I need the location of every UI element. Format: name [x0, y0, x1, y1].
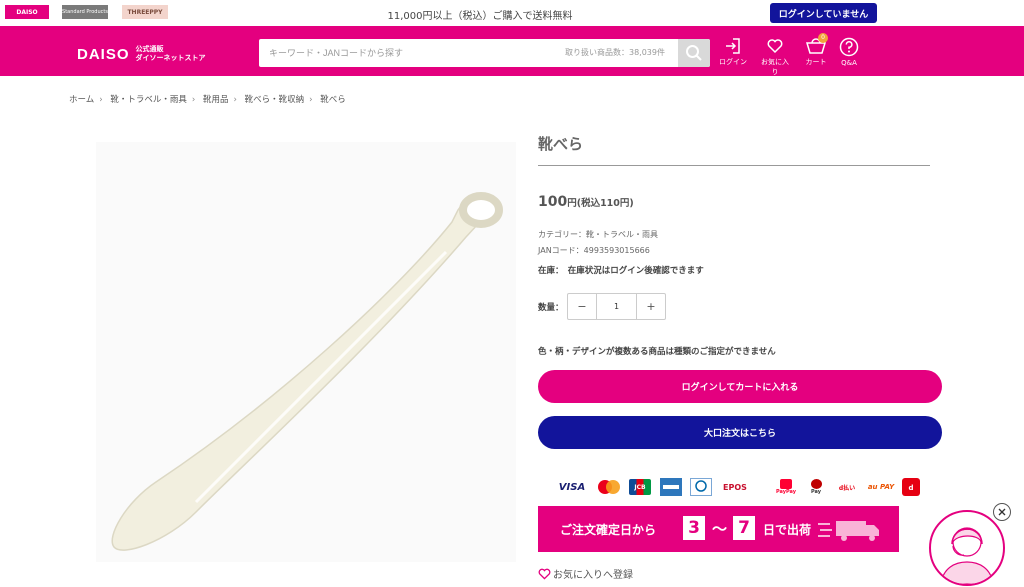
rakuten-pay-logo: Pay: [805, 476, 827, 498]
shipping-banner: ご注文確定日から 3 〜 7 日で出荷: [538, 506, 899, 552]
search-icon: [686, 45, 702, 61]
mastercard-logo: [598, 480, 620, 494]
site-logo[interactable]: DAISO 公式通販 ダイソーネットストア: [77, 44, 206, 64]
epos-logo: EPOS: [723, 482, 747, 492]
brand-tab-standard-products[interactable]: Standard Products: [62, 5, 108, 19]
login-label: ログイン: [719, 58, 747, 66]
header-qa[interactable]: Q&A: [834, 37, 864, 67]
logo-wordmark: DAISO: [77, 45, 130, 63]
search-button[interactable]: [678, 39, 710, 67]
diners-logo: [690, 478, 712, 496]
truck-icon: [818, 521, 879, 541]
quantity-increase-button[interactable]: +: [637, 294, 665, 319]
payment-methods: VISA JCB EPOS PayPay Pay d払い au PAY d: [555, 476, 925, 498]
au-pay-logo: au PAY: [867, 483, 895, 491]
chat-close-button[interactable]: [993, 503, 1011, 521]
shipping-tilde: 〜: [712, 520, 728, 538]
quantity-value[interactable]: 1: [596, 294, 637, 319]
breadcrumb-home[interactable]: ホーム: [69, 95, 94, 105]
logo-line1: 公式通販: [135, 45, 164, 53]
breadcrumb-separator: ›: [191, 95, 196, 105]
shipping-suffix: 日で出荷: [763, 523, 812, 537]
support-agent-icon: [940, 527, 994, 584]
quantity-decrease-button[interactable]: −: [568, 294, 596, 319]
breadcrumb-current: 靴べら: [320, 95, 346, 105]
favorite-label: お気に入りへ登録: [553, 570, 633, 581]
search-input[interactable]: [259, 39, 559, 67]
question-icon: [839, 37, 859, 57]
close-icon: [998, 508, 1006, 516]
logo-line2: ダイソーネットストア: [135, 54, 206, 62]
favorites-label: お気に入り: [761, 58, 789, 76]
shipping-min-days: 3: [683, 516, 705, 540]
breadcrumb-shoes-travel[interactable]: 靴・トラベル・雨具: [110, 95, 187, 105]
title-divider: [538, 165, 930, 166]
brand-tab-daiso[interactable]: DAISO: [5, 5, 49, 19]
amex-logo: [660, 478, 682, 496]
logo-subtitle: 公式通販 ダイソーネットストア: [136, 45, 206, 63]
product-image: [96, 142, 516, 562]
heart-icon: [767, 39, 783, 54]
bulk-order-button[interactable]: 大口注文はこちら: [538, 416, 942, 449]
brand-tab-threeppy[interactable]: THREEPPY: [122, 5, 168, 19]
header-login[interactable]: ログイン: [718, 37, 748, 67]
product-category: カテゴリー：靴・トラベル・雨具: [538, 230, 658, 239]
login-icon: [726, 38, 740, 54]
rakuten-pay-label: Pay: [810, 489, 821, 495]
d-barai-icon: d: [902, 478, 920, 496]
login-status-button[interactable]: ログインしていません: [770, 3, 877, 23]
cart-count-badge: 0: [818, 33, 828, 43]
free-shipping-notice: 11,000円以上（税込）ご購入で送料無料: [387, 11, 573, 22]
header-favorites[interactable]: お気に入り: [760, 37, 790, 77]
search-bar: 取り扱い商品数：38,039件: [259, 39, 710, 67]
jcb-logo: JCB: [629, 479, 651, 495]
cart-label: カート: [805, 58, 827, 66]
svg-text:d: d: [908, 484, 913, 492]
header-cart[interactable]: 0 カート: [801, 33, 831, 67]
chat-support-avatar[interactable]: [929, 510, 1005, 586]
visa-logo: VISA: [558, 481, 586, 493]
breadcrumb-shoe-goods[interactable]: 靴用品: [203, 95, 229, 105]
breadcrumb-separator: ›: [99, 95, 103, 105]
qa-label: Q&A: [841, 59, 857, 67]
shipping-max-days: 7: [733, 516, 755, 540]
breadcrumb-separator: ›: [233, 95, 237, 105]
paypay-logo: PayPay: [775, 476, 797, 498]
top-bar: DAISO Standard Products THREEPPY 11,000円…: [0, 0, 1024, 26]
d-payment-logo: d払い: [838, 484, 856, 492]
quantity-stepper: − 1 +: [567, 293, 666, 320]
variation-notice: 色・柄・デザインが複数ある商品は種類のご指定ができません: [538, 347, 776, 357]
breadcrumb: ホーム › 靴・トラベル・雨具 › 靴用品 › 靴べら・靴収納 › 靴べら: [69, 93, 346, 105]
breadcrumb-separator: ›: [309, 95, 313, 105]
price-unit: 円(税込110円): [567, 198, 634, 209]
price-value: 100: [538, 194, 568, 210]
shipping-prefix: ご注文確定日から: [560, 523, 657, 537]
add-to-favorites-link[interactable]: お気に入りへ登録: [538, 566, 633, 581]
stock-status: 在庫： 在庫状況はログイン後確認できます: [538, 266, 704, 276]
heart-outline-icon: [538, 568, 551, 580]
product-price: 100円(税込110円): [538, 194, 634, 210]
breadcrumb-shoehorn-storage[interactable]: 靴べら・靴収納: [245, 95, 305, 105]
quantity-label: 数量：: [538, 303, 564, 313]
product-title: 靴べら: [538, 135, 584, 153]
product-jan: JANコード：4993593015666: [538, 246, 650, 255]
login-add-to-cart-button[interactable]: ログインしてカートに入れる: [538, 370, 942, 403]
paypay-label: PayPay: [775, 489, 797, 495]
product-count: 取り扱い商品数：38,039件: [565, 48, 665, 57]
